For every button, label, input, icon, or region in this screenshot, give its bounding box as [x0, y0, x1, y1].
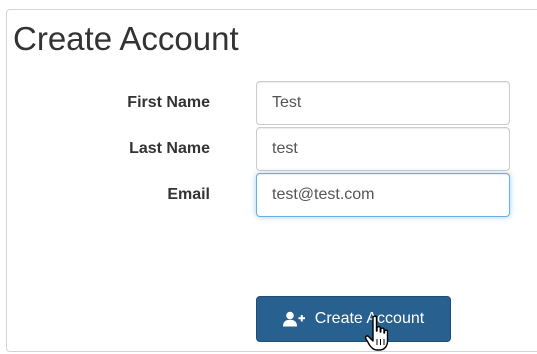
- top-cutoff-strip: [0, 0, 537, 7]
- create-account-button-label: Create Account: [314, 310, 425, 327]
- first-name-field[interactable]: [256, 81, 510, 125]
- create-account-button[interactable]: Create Account: [256, 296, 451, 342]
- page-title: Create Account: [13, 20, 239, 57]
- last-name-field[interactable]: [256, 127, 510, 171]
- last-name-label: Last Name: [129, 140, 210, 157]
- email-field[interactable]: [256, 173, 510, 217]
- email-label: Email: [167, 186, 210, 203]
- user-plus-icon: [282, 311, 305, 327]
- first-name-label: First Name: [127, 94, 210, 111]
